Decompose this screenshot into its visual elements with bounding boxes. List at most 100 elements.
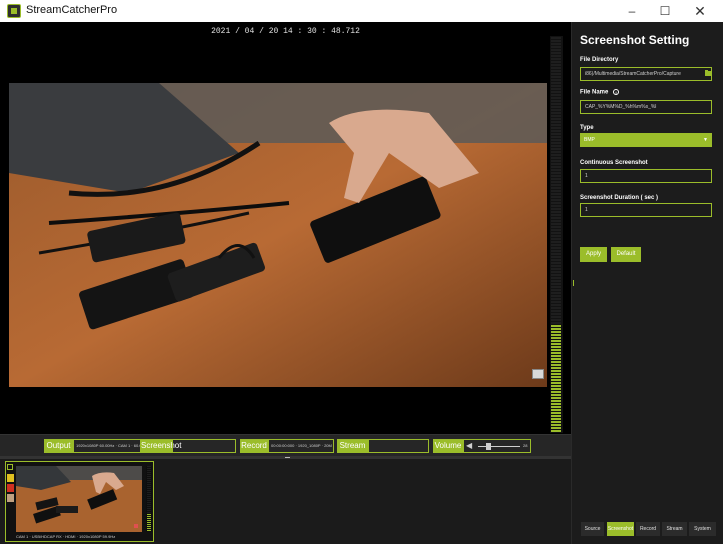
file-directory-field[interactable]: i86)/Multimedia/StreamCatcherPro/Capture [580,67,712,81]
panel-title: Screenshot Setting [580,33,690,47]
thumbnail-level-meter [146,466,152,532]
video-timestamp: 2021 / 04 / 20 14 : 30 : 48.712 [211,27,360,36]
type-select[interactable]: BMP ▼ [580,133,712,147]
meter-segment [551,364,561,366]
meter-segment [551,334,561,336]
splitter-grip[interactable] [285,457,290,458]
tab-record[interactable]: Record [636,522,660,536]
thumbnail-select-checkbox[interactable] [7,464,13,470]
meter-segment [551,277,561,279]
panel-resize-grip[interactable] [573,280,574,286]
file-directory-value: i86)/Multimedia/StreamCatcherPro/Capture [585,71,681,77]
meter-segment [551,58,561,60]
meter-segment [551,412,561,414]
app-title: StreamCatcherPro [26,4,118,16]
meter-segment [147,480,151,481]
meter-segment [551,304,561,306]
output-label: Output [44,439,73,453]
meter-segment [551,352,561,354]
meter-segment [147,500,151,501]
meter-segment [147,478,151,479]
meter-segment [551,220,561,222]
meter-segment [147,520,151,521]
meter-segment [551,295,561,297]
meter-segment [551,355,561,357]
meter-segment [147,470,151,471]
tab-stream[interactable]: Stream [662,522,687,536]
meter-segment [551,370,561,372]
tab-screenshot[interactable]: Screenshot [607,522,634,536]
meter-segment [147,524,151,525]
meter-segment [551,280,561,282]
video-frame[interactable] [9,83,547,387]
meter-segment [551,169,561,171]
meter-segment [147,522,151,523]
meter-segment [551,217,561,219]
meter-segment [551,340,561,342]
meter-segment [551,250,561,252]
video-preview-pane[interactable]: 2021 / 04 / 20 14 : 30 : 48.712 [0,22,571,434]
meter-segment [551,421,561,423]
meter-segment [551,349,561,351]
meter-segment [551,124,561,126]
apply-button[interactable]: Apply [580,247,607,262]
volume-slider-handle[interactable] [486,443,491,450]
tab-system[interactable]: System [689,522,716,536]
screenshot-duration-input[interactable]: 1 [580,203,712,217]
meter-segment [147,516,151,517]
meter-segment [551,142,561,144]
meter-segment [551,184,561,186]
meter-segment [551,301,561,303]
meter-segment [551,49,561,51]
meter-segment [551,172,561,174]
meter-segment [551,397,561,399]
tab-source[interactable]: Source [581,522,604,536]
meter-segment [147,508,151,509]
meter-segment [551,37,561,39]
info-icon[interactable]: i [613,89,620,95]
meter-segment [551,289,561,291]
default-button[interactable]: Default [611,247,641,262]
meter-segment [551,265,561,267]
meter-segment [147,476,151,477]
meter-segment [551,154,561,156]
file-name-input[interactable]: CAP_%Y%M%D_%h%m%s_%l [580,100,712,114]
screenshot-button[interactable]: Screenshot [141,439,181,453]
meter-segment [551,331,561,333]
meter-segment [551,175,561,177]
meter-segment [551,313,561,315]
minimize-button[interactable]: – [621,2,643,20]
meter-segment [551,202,561,204]
meter-segment [147,472,151,473]
meter-segment [551,298,561,300]
meter-segment [551,127,561,129]
meter-segment [551,274,561,276]
meter-segment [551,79,561,81]
meter-segment [551,151,561,153]
meter-segment [551,55,561,57]
record-button[interactable]: Record [240,439,268,453]
meter-segment [551,100,561,102]
meter-segment [551,193,561,195]
source-thumbnail[interactable]: CAM 1 · USB/HDCAP RX · HDMI · 1920x1080P… [5,461,154,542]
volume-control[interactable]: ◀ 28 [463,439,531,453]
volume-slider-track[interactable] [478,446,520,447]
meter-segment [551,373,561,375]
thumbnail-tag-beige [7,494,14,502]
type-label: Type [580,125,594,131]
meter-segment [551,247,561,249]
meter-segment [147,506,151,507]
meter-segment [551,319,561,321]
meter-segment [551,271,561,273]
meter-segment [551,223,561,225]
continuous-screenshot-input[interactable]: 1 [580,169,712,183]
meter-segment [551,208,561,210]
folder-icon[interactable] [705,70,711,76]
meter-segment [551,253,561,255]
maximize-button[interactable]: ☐ [654,2,676,20]
stream-button[interactable]: Stream [337,439,368,453]
meter-segment [551,367,561,369]
meter-segment [551,76,561,78]
close-button[interactable]: ✕ [689,2,711,20]
meter-segment [147,510,151,511]
